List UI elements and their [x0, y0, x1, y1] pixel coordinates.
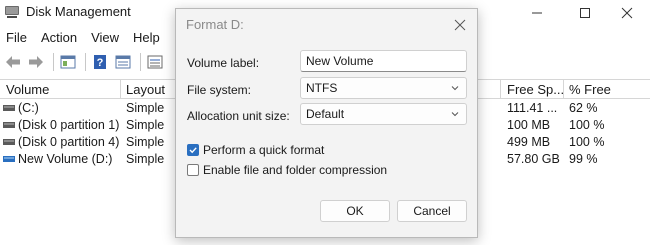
maximize-icon — [580, 8, 590, 18]
console-tree-icon — [60, 55, 76, 69]
volume-layout: Simple — [126, 152, 165, 166]
drive-icon — [3, 156, 15, 162]
allocation-unit-size-value: Default — [306, 107, 345, 121]
volume-name: New Volume (D:) — [18, 152, 113, 166]
close-window-button[interactable] — [604, 0, 650, 26]
console-tree-button[interactable] — [58, 52, 78, 72]
column-divider[interactable] — [120, 80, 121, 99]
dialog-title: Format D: — [186, 17, 244, 32]
volume-label-input[interactable] — [300, 50, 467, 72]
window-title: Disk Management — [26, 4, 131, 19]
drive-icon — [3, 105, 15, 111]
volume-layout: Simple — [126, 135, 165, 149]
menu-view[interactable]: View — [84, 27, 126, 49]
volume-percent-free: 100 % — [569, 135, 605, 149]
list-view-icon — [147, 55, 163, 69]
volume-name: (Disk 0 partition 4) — [18, 135, 120, 149]
allocation-unit-size-select[interactable]: Default — [300, 103, 467, 125]
toolbar-separator — [140, 53, 141, 71]
compression-checkbox[interactable] — [187, 164, 199, 176]
menu-file[interactable]: File — [0, 27, 34, 49]
forward-arrow-icon — [29, 56, 43, 68]
volume-name: (Disk 0 partition 1) — [18, 118, 120, 132]
quick-format-option[interactable]: Perform a quick format — [187, 142, 324, 158]
volume-layout: Simple — [126, 118, 165, 132]
column-header-free-space[interactable]: Free Sp... — [507, 82, 564, 97]
menu-action[interactable]: Action — [34, 27, 84, 49]
properties-button[interactable] — [113, 52, 133, 72]
volume-percent-free: 99 % — [569, 152, 598, 166]
help-icon: ? — [94, 55, 106, 69]
column-header-layout[interactable]: Layout — [126, 82, 165, 97]
cancel-button[interactable]: Cancel — [397, 200, 467, 222]
compression-option[interactable]: Enable file and folder compression — [187, 162, 387, 178]
help-button[interactable]: ? — [90, 52, 110, 72]
toolbar-separator — [53, 53, 54, 71]
minimize-icon — [532, 12, 542, 14]
format-dialog: Format D: Volume label: File system: NTF… — [175, 8, 478, 238]
volume-percent-free: 100 % — [569, 118, 605, 132]
drive-icon — [3, 122, 15, 128]
file-system-value: NTFS — [306, 81, 338, 95]
disk-management-icon — [5, 6, 19, 18]
ok-button[interactable]: OK — [320, 200, 390, 222]
volume-free-space: 499 MB — [507, 135, 551, 149]
chevron-down-icon — [451, 86, 459, 91]
file-system-label: File system: — [187, 83, 252, 97]
compression-label: Enable file and folder compression — [203, 163, 388, 177]
volume-free-space: 57.80 GB — [507, 152, 560, 166]
volume-label-label: Volume label: — [187, 56, 260, 70]
close-icon — [621, 7, 633, 19]
drive-icon — [3, 139, 15, 145]
minimize-button[interactable] — [514, 0, 560, 26]
toolbar-separator — [85, 53, 86, 71]
back-arrow-icon — [6, 56, 20, 68]
volume-free-space: 100 MB — [507, 118, 551, 132]
column-header-volume[interactable]: Volume — [6, 82, 49, 97]
volume-name: (C:) — [18, 101, 39, 115]
dialog-close-button[interactable] — [450, 15, 470, 35]
volume-layout: Simple — [126, 101, 165, 115]
back-button[interactable] — [3, 52, 23, 72]
volume-free-space: 111.41 ... — [507, 101, 558, 115]
close-icon — [454, 19, 466, 31]
chevron-down-icon — [451, 112, 459, 117]
forward-button[interactable] — [26, 52, 46, 72]
list-view-button[interactable] — [145, 52, 165, 72]
properties-icon — [115, 55, 131, 69]
menu-help[interactable]: Help — [126, 27, 167, 49]
checkmark-icon — [189, 147, 197, 154]
svg-text:?: ? — [97, 57, 104, 69]
quick-format-checkbox[interactable] — [187, 144, 199, 156]
quick-format-label: Perform a quick format — [203, 143, 325, 157]
maximize-button[interactable] — [562, 0, 608, 26]
column-header-percent-free[interactable]: % Free — [569, 82, 611, 97]
column-divider[interactable] — [563, 80, 564, 99]
column-divider[interactable] — [500, 80, 501, 99]
allocation-unit-size-label: Allocation unit size: — [187, 109, 290, 123]
file-system-select[interactable]: NTFS — [300, 77, 467, 99]
volume-percent-free: 62 % — [569, 101, 598, 115]
